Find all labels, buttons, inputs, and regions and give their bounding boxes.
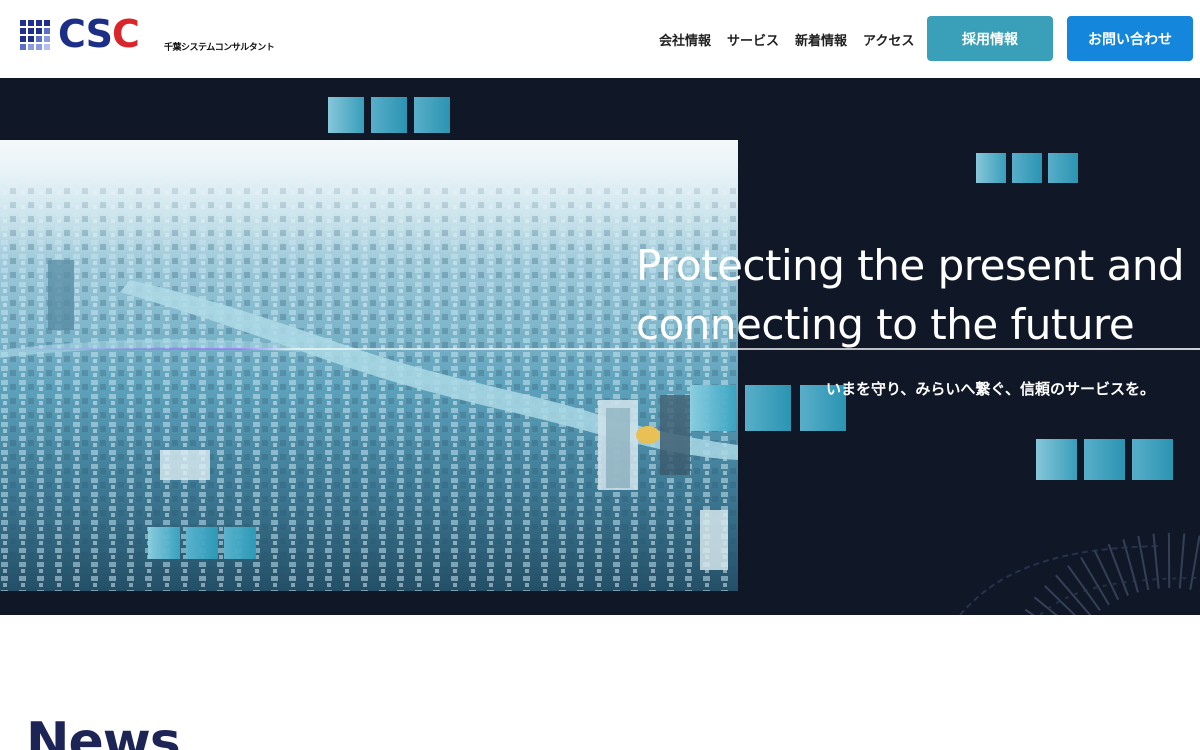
nav-link-company[interactable]: 会社情報 [659,30,711,49]
hero-subtitle: いまを守り、みらいへ繋ぐ、信頼のサービスを。 [826,380,1155,398]
decor-square [976,153,1006,183]
logo-wordmark: CSC [58,12,140,56]
decor-square [1132,439,1173,480]
decor-square [1036,439,1077,480]
city-aerial-image [0,140,738,591]
hero-title-line2: connecting to the future [636,300,1135,349]
decor-square [148,527,180,559]
decor-square [1012,153,1042,183]
site-logo[interactable]: CSC 千葉システムコンサルタント [20,12,275,56]
dial-tick [1137,535,1150,591]
decor-square [186,527,218,559]
nav-link-access[interactable]: アクセス [863,30,914,49]
dial-tick [1080,556,1110,606]
dial-tick [1178,533,1186,589]
decor-square [328,97,364,133]
nav-link-services[interactable]: サービス [727,30,779,49]
logo-grid-icon [20,20,52,50]
hero-section: Protecting the present and connecting to… [0,78,1200,615]
dial-tick [1055,574,1092,615]
hero-title-line1: Protecting the present and [636,241,1185,290]
decor-square [371,97,407,133]
decor-square [1048,153,1078,183]
hero-title: Protecting the present and connecting to… [636,236,1196,354]
dial-graphic [959,532,1200,615]
recruit-button[interactable]: 採用情報 [927,16,1053,61]
nav-link-news[interactable]: 新着情報 [795,30,847,49]
contact-button[interactable]: お問い合わせ [1067,16,1193,61]
decor-square [1084,439,1125,480]
decor-square [690,385,736,431]
dial-tick [1024,608,1035,615]
decor-square [414,97,450,133]
decor-square [745,385,791,431]
news-heading: News [26,712,181,750]
dial-tick [1189,535,1200,590]
logo-subtitle: 千葉システムコンサルタント [164,43,275,53]
site-header: CSC 千葉システムコンサルタント 会社情報 サービス 新着情報 アクセス 採用… [0,0,1200,78]
decor-square [224,527,256,559]
